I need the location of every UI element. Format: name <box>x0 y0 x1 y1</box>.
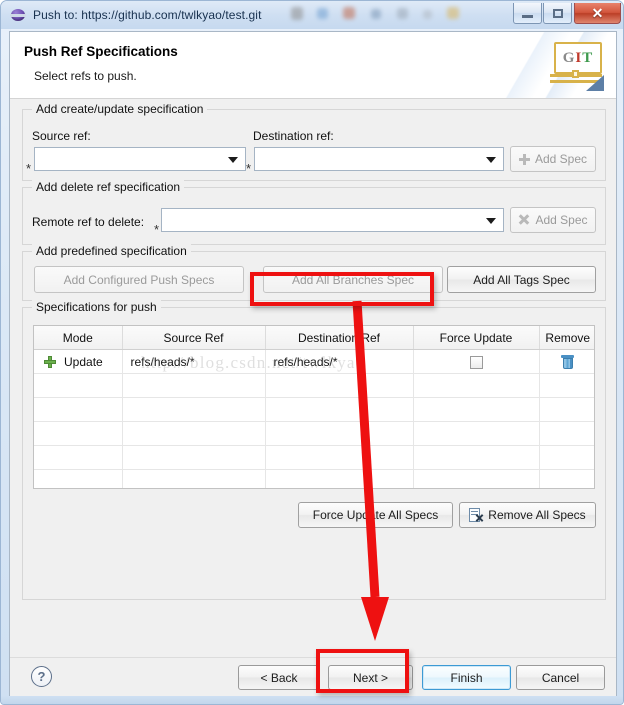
cancel-button-label: Cancel <box>541 670 580 685</box>
cancel-button[interactable]: Cancel <box>516 665 605 690</box>
cell-force-update[interactable] <box>413 349 540 374</box>
minimize-icon <box>522 15 533 18</box>
add-all-branches-spec-label: Add All Branches Spec <box>291 272 415 287</box>
dialog-client-area: Push Ref Specifications Select refs to p… <box>9 31 617 696</box>
finish-button-label: Finish <box>450 670 483 685</box>
cross-icon <box>518 214 530 226</box>
finish-button[interactable]: Finish <box>422 665 511 690</box>
cell-destination-ref: refs/heads/* <box>265 349 414 374</box>
plus-icon <box>518 153 530 165</box>
globe-icon <box>10 7 26 23</box>
force-update-checkbox[interactable] <box>469 355 483 369</box>
chevron-down-icon <box>486 218 496 224</box>
source-ref-combo[interactable] <box>34 147 246 171</box>
column-header-mode[interactable]: Mode <box>34 326 123 350</box>
source-ref-required-marker: * <box>26 161 32 176</box>
add-spec-delete-ref-label: Add Spec <box>535 213 588 227</box>
group-legend-create-update: Add create/update specification <box>32 102 208 116</box>
table-row-empty[interactable] <box>34 469 594 488</box>
add-spec-delete-ref-button[interactable]: Add Spec <box>510 207 596 233</box>
close-button[interactable]: ✕ <box>574 3 621 24</box>
group-legend-specs-for-push: Specifications for push <box>32 300 161 314</box>
add-configured-push-specs-label: Add Configured Push Specs <box>63 272 215 287</box>
remove-all-specs-button[interactable]: Remove All Specs <box>459 502 596 528</box>
git-logo-letter-t: T <box>582 49 594 66</box>
cell-source-ref: refs/heads/* <box>122 349 266 374</box>
force-update-all-specs-button[interactable]: Force Update All Specs <box>298 502 453 528</box>
column-header-source-ref[interactable]: Source Ref <box>122 326 266 350</box>
specifications-table[interactable]: Mode Source Ref Destination Ref Force Up… <box>33 325 595 489</box>
title-bar-background-blur <box>291 5 491 25</box>
wizard-header: Push Ref Specifications Select refs to p… <box>10 32 616 99</box>
next-button[interactable]: Next > <box>328 665 413 690</box>
cell-remove[interactable] <box>539 349 594 374</box>
maximize-icon <box>552 8 563 18</box>
table-row[interactable]: Update refs/heads/* refs/heads/* <box>34 349 594 374</box>
cell-mode-label: Update <box>64 354 103 369</box>
table-row-empty[interactable] <box>34 445 594 470</box>
push-dialog-window: Push to: https://github.com/twlkyao/test… <box>0 0 624 705</box>
table-row-empty[interactable] <box>34 373 594 398</box>
add-spec-create-update-label: Add Spec <box>534 152 588 166</box>
cell-mode: Update <box>34 349 123 374</box>
add-mode-icon <box>44 355 56 368</box>
remote-ref-required-marker: * <box>154 222 160 237</box>
destination-ref-combo[interactable] <box>254 147 504 171</box>
column-header-force-update[interactable]: Force Update <box>413 326 540 350</box>
force-update-all-specs-label: Force Update All Specs <box>312 508 439 522</box>
add-all-tags-spec-button[interactable]: Add All Tags Spec <box>447 266 596 293</box>
page-title: Push Ref Specifications <box>24 44 178 59</box>
table-row-empty[interactable] <box>34 421 594 446</box>
source-ref-label: Source ref: <box>32 129 91 143</box>
destination-ref-label: Destination ref: <box>253 129 334 143</box>
maximize-button[interactable] <box>543 3 572 24</box>
group-legend-delete-ref: Add delete ref specification <box>32 180 185 194</box>
next-button-label: Next > <box>352 670 388 685</box>
add-all-tags-spec-label: Add All Tags Spec <box>473 272 570 287</box>
help-icon[interactable]: ? <box>31 666 52 687</box>
chevron-down-icon <box>486 157 496 163</box>
column-header-remove[interactable]: Remove <box>539 326 594 350</box>
chevron-down-icon <box>228 157 238 163</box>
add-configured-push-specs-button[interactable]: Add Configured Push Specs <box>34 266 244 293</box>
remote-ref-to-delete-combo[interactable] <box>161 208 504 232</box>
remove-document-icon <box>469 507 484 523</box>
back-button[interactable]: < Back <box>238 665 320 690</box>
git-logo-icon: GIT <box>548 37 604 93</box>
table-row-empty[interactable] <box>34 397 594 422</box>
dialog-body: Add create/update specification Source r… <box>10 99 616 659</box>
git-logo-letter-i: I <box>575 49 583 66</box>
window-bottom-edge <box>1 696 623 704</box>
back-button-label: < Back <box>260 670 298 685</box>
trash-icon[interactable] <box>561 354 575 369</box>
table-header-row: Mode Source Ref Destination Ref Force Up… <box>34 326 594 350</box>
remove-all-specs-label: Remove All Specs <box>488 508 586 522</box>
group-legend-predefined: Add predefined specification <box>32 244 191 258</box>
page-subtitle: Select refs to push. <box>34 69 137 83</box>
window-controls: ✕ <box>512 3 621 24</box>
dialog-footer: ? < Back Next > Finish Cancel <box>10 657 616 696</box>
destination-ref-required-marker: * <box>246 161 252 176</box>
remote-ref-to-delete-label: Remote ref to delete: <box>32 215 145 229</box>
minimize-button[interactable] <box>513 3 542 24</box>
window-title: Push to: https://github.com/twlkyao/test… <box>33 8 262 22</box>
git-logo-letter-g: G <box>562 49 576 66</box>
column-header-destination-ref[interactable]: Destination Ref <box>265 326 414 350</box>
add-spec-create-update-button[interactable]: Add Spec <box>510 146 596 172</box>
add-all-branches-spec-button[interactable]: Add All Branches Spec <box>263 266 443 293</box>
close-icon: ✕ <box>591 5 604 21</box>
title-bar: Push to: https://github.com/twlkyao/test… <box>1 1 623 29</box>
